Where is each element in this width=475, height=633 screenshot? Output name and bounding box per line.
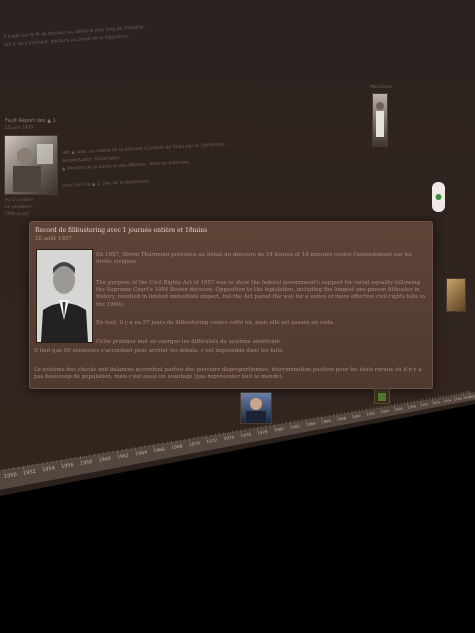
timeline-year-label[interactable]: 1998 xyxy=(407,404,416,409)
timeline-year-label[interactable]: 1992 xyxy=(366,411,375,416)
timeline-year-label[interactable]: 1958 xyxy=(80,459,93,467)
timeline-year-label[interactable]: 1984 xyxy=(306,422,317,428)
timeline-year-label[interactable]: 1978 xyxy=(257,429,268,436)
timeline-year-label[interactable]: 1960 xyxy=(98,456,111,464)
timeline-year-label[interactable]: 1976 xyxy=(240,432,251,439)
timeline-ruler[interactable]: 1950 1952 1954 1956 1958 1960 1962 1964 1966 1968… xyxy=(0,0,475,633)
timeline-year-label[interactable]: 1996 xyxy=(394,407,403,412)
timeline-year-label[interactable]: 1962 xyxy=(117,453,130,461)
timeline-year-label[interactable]: 2010 xyxy=(470,394,475,399)
timeline-year-label[interactable]: 1980 xyxy=(273,426,284,433)
timeline-year-label[interactable]: 1974 xyxy=(223,435,235,442)
timeline-year-label[interactable]: 2000 xyxy=(420,402,429,407)
timeline-year-label[interactable]: 1950 xyxy=(3,472,17,480)
timeline-year-label[interactable]: 1972 xyxy=(206,438,218,445)
timeline-year-label[interactable]: 1982 xyxy=(290,423,301,430)
timeline-year-label[interactable]: 2006 xyxy=(454,397,462,402)
timeline-year-label[interactable]: 1970 xyxy=(189,440,201,448)
timeline-year-label[interactable]: 1964 xyxy=(135,450,148,458)
timeline-year-label[interactable]: 1968 xyxy=(171,443,183,451)
timeline-year-label[interactable]: 1990 xyxy=(352,414,362,419)
timeline-year-label[interactable]: 1994 xyxy=(380,409,389,414)
timeline-year-label[interactable]: 2004 xyxy=(443,398,451,403)
timeline-year-label[interactable]: 1952 xyxy=(23,469,37,477)
timeline-year-label[interactable]: 2002 xyxy=(432,400,441,405)
timeline-year-label[interactable]: 1986 xyxy=(321,419,332,425)
timeline-year-label[interactable]: 1988 xyxy=(337,416,347,422)
timeline-year-label[interactable]: 1954 xyxy=(42,465,56,473)
timeline-year-label[interactable]: 1956 xyxy=(61,462,74,470)
timeline-year-label[interactable]: 1966 xyxy=(153,447,165,455)
